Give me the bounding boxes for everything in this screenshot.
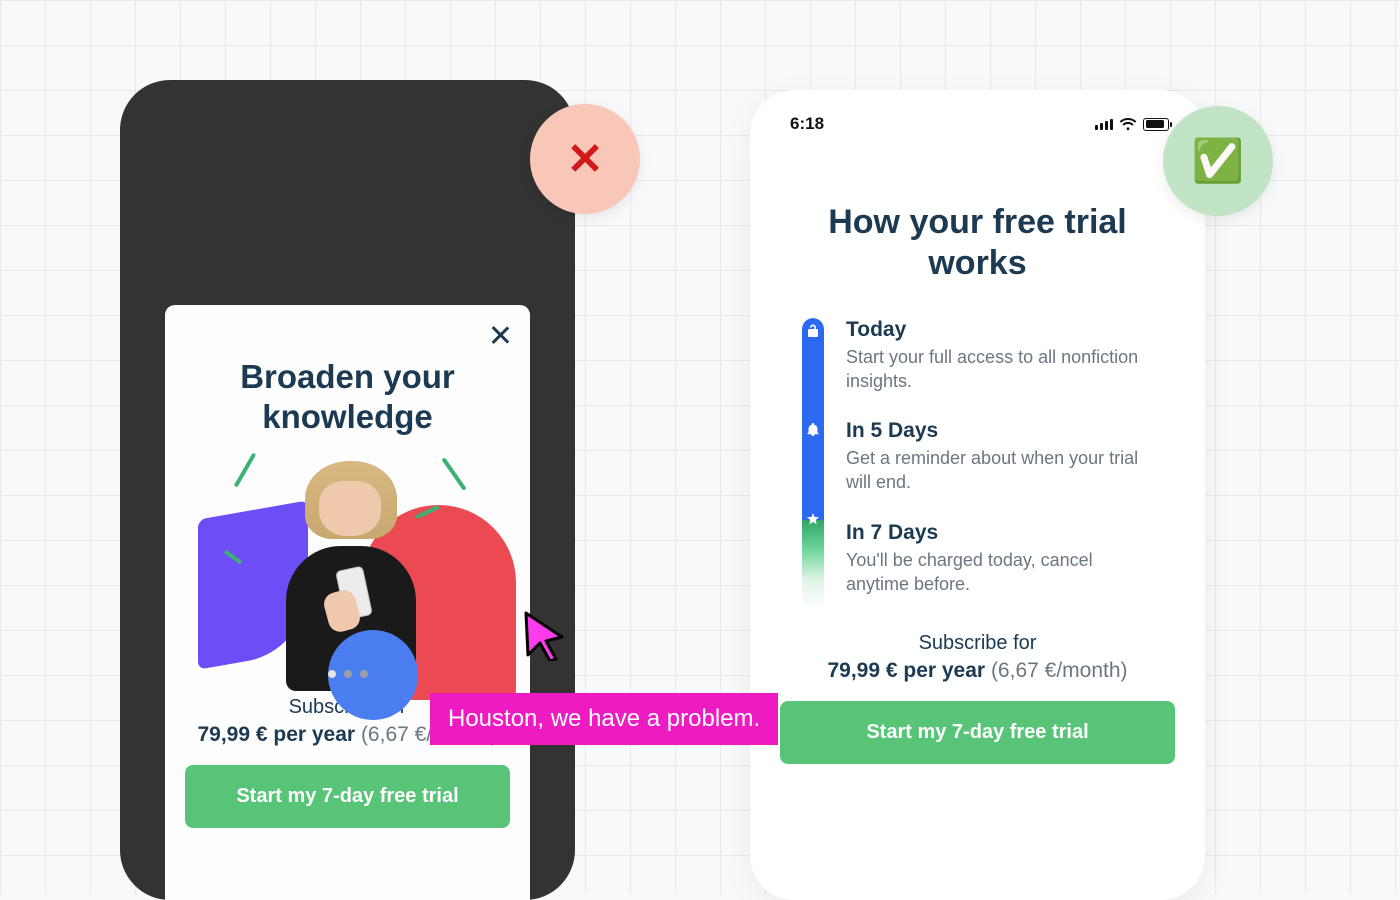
step-title: Today	[846, 318, 1175, 342]
close-icon[interactable]	[488, 323, 512, 347]
trial-heading: How your free trial works	[780, 202, 1175, 284]
step-title: In 7 Days	[846, 521, 1175, 545]
heading-line-2: works	[928, 244, 1026, 282]
price-monthly: (6,67 €/month)	[991, 659, 1128, 682]
subscribe-for-label: Subscribe for	[780, 632, 1175, 655]
page-dots	[328, 670, 368, 678]
good-example-badge: ✅	[1163, 106, 1273, 216]
phone-good-example: 6:18 How your free trial works	[750, 90, 1205, 900]
price-row: 79,99 € per year (6,67 €/month)	[780, 659, 1175, 683]
timeline-step-5-days: In 5 Days Get a reminder about when your…	[846, 419, 1175, 495]
accent-line	[233, 453, 255, 488]
price-yearly: 79,99 € per year	[827, 659, 985, 682]
x-icon: ✕	[567, 134, 604, 185]
start-trial-button[interactable]: Start my 7-day free trial	[185, 765, 510, 828]
unlock-icon	[802, 324, 824, 341]
heading-line-1: How your free trial	[828, 203, 1127, 241]
paywall-heading: Broaden your knowledge	[185, 357, 510, 436]
paywall-modal-bad: Broaden your knowledge	[165, 305, 530, 900]
status-icons	[1095, 118, 1169, 131]
canvas: Broaden your knowledge	[0, 0, 1400, 894]
accent-line	[441, 457, 466, 490]
timeline-rail	[802, 318, 824, 610]
star-icon	[802, 513, 824, 528]
step-title: In 5 Days	[846, 419, 1175, 443]
step-desc: You'll be charged today, cancel anytime …	[846, 548, 1146, 597]
heading-line-2: knowledge	[262, 398, 433, 435]
check-icon: ✅	[1192, 137, 1244, 186]
timeline-step-7-days: In 7 Days You'll be charged today, cance…	[846, 521, 1175, 597]
battery-icon	[1143, 118, 1169, 131]
page-dot[interactable]	[344, 670, 352, 678]
price-yearly: 79,99 € per year	[197, 723, 355, 746]
hero-illustration	[198, 450, 498, 690]
annotation-label: Houston, we have a problem.	[430, 693, 778, 745]
heading-line-1: Broaden your	[240, 358, 455, 395]
signal-icon	[1095, 118, 1113, 130]
timeline-step-today: Today Start your full access to all nonf…	[846, 318, 1175, 394]
status-bar: 6:18	[780, 114, 1175, 142]
bell-icon	[802, 422, 824, 439]
phone-bad-example: Broaden your knowledge	[120, 80, 575, 900]
trial-timeline: Today Start your full access to all nonf…	[802, 318, 1175, 597]
cursor-icon	[522, 611, 566, 661]
start-trial-button[interactable]: Start my 7-day free trial	[780, 701, 1175, 764]
page-dot-active[interactable]	[328, 670, 336, 678]
page-dot[interactable]	[360, 670, 368, 678]
step-desc: Get a reminder about when your trial wil…	[846, 446, 1146, 495]
bad-example-badge: ✕	[530, 104, 640, 214]
step-desc: Start your full access to all nonfiction…	[846, 345, 1146, 394]
status-time: 6:18	[790, 114, 824, 134]
wifi-icon	[1119, 118, 1137, 131]
